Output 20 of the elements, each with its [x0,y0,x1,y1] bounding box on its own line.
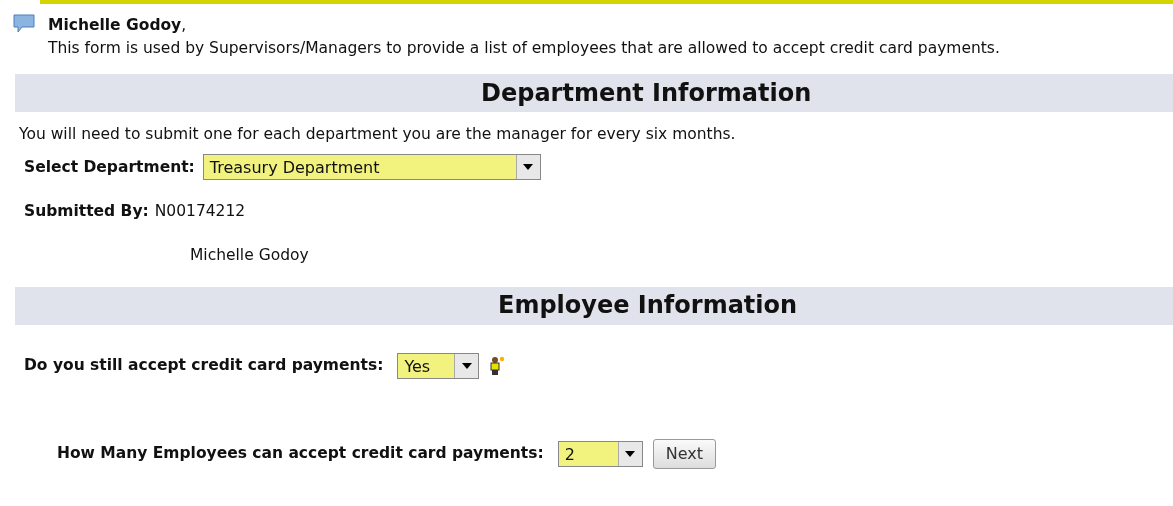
field-label: How Many Employees can accept credit card payments: [57,443,544,465]
department-select[interactable]: Treasury Department [202,154,541,181]
employee-count-select[interactable]: 2 [557,440,643,467]
dropdown-arrow-icon [625,450,636,457]
person-icon [489,355,506,376]
field-label: Submitted By: [24,201,149,223]
greeting-name: Michelle Godoy, [48,15,188,36]
speech-bubble-icon [12,14,36,34]
field-label: Do you still accept credit card payments: [24,355,384,377]
submitter-name: Michelle Godoy [189,244,310,266]
form-description: This form is used by Supervisors/Managers to provide a list of employees that are allowed to accept credit card payments. [48,38,1000,60]
section-title: Employee Information [498,291,798,321]
instruction-text: You will need to submit one for each department you are the manager for every six months. [18,124,737,145]
next-button[interactable]: Next [652,438,716,469]
section-title: Department Information [481,78,812,108]
dropdown-arrow-icon [523,164,534,171]
field-label: Select Department: [24,156,195,178]
accept-cards-select[interactable]: Yes [397,352,480,379]
dropdown-arrow-icon [461,362,472,369]
employee-id: N00174212 [154,201,246,223]
